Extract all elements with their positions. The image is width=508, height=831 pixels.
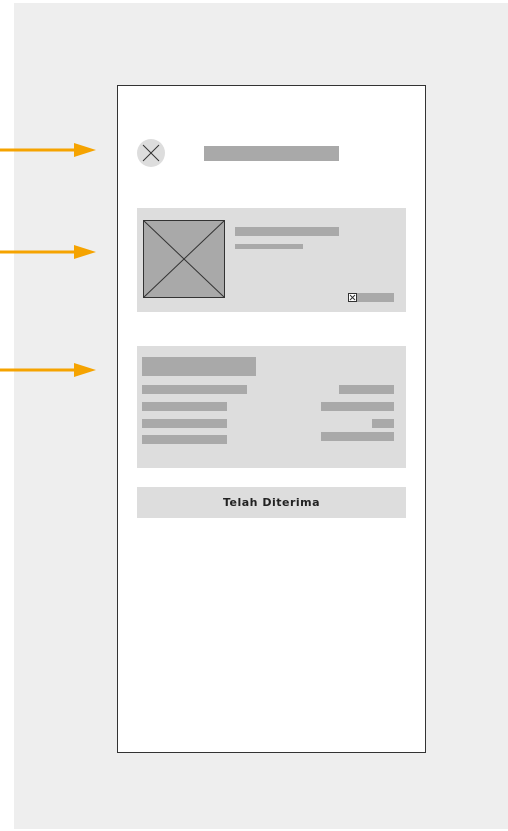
received-button[interactable]: Telah Diterima — [137, 487, 406, 518]
summary-label-placeholder — [142, 402, 227, 411]
summary-label-placeholder — [142, 385, 247, 394]
order-summary-card — [137, 346, 406, 468]
arrow-right-icon — [0, 143, 96, 157]
summary-value-placeholder — [321, 402, 394, 411]
close-icon — [348, 293, 357, 302]
phone-screen: Telah Diterima — [117, 85, 426, 753]
arrow-right-icon — [0, 363, 96, 377]
close-icon[interactable] — [137, 139, 165, 167]
summary-label-placeholder — [142, 435, 227, 444]
arrow-right-icon — [0, 245, 96, 259]
summary-label-placeholder — [142, 419, 227, 428]
product-name-placeholder — [235, 227, 339, 236]
summary-title-placeholder — [142, 357, 256, 376]
image-placeholder-icon — [143, 220, 225, 298]
header-title-placeholder — [204, 146, 339, 161]
summary-value-placeholder — [339, 385, 394, 394]
product-card — [137, 208, 406, 312]
product-quantity-placeholder — [357, 293, 394, 302]
product-variant-placeholder — [235, 244, 303, 249]
summary-value-placeholder — [321, 432, 394, 441]
summary-value-placeholder — [372, 419, 394, 428]
